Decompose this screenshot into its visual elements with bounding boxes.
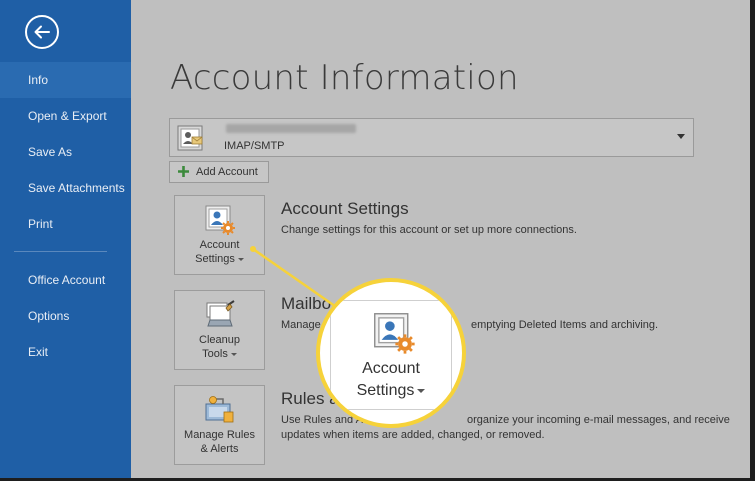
zoom-label-1: Account: [362, 360, 420, 377]
outlook-backstage: Info Open & Export Save As Save Attachme…: [0, 0, 750, 478]
zoomed-account-settings-button: Account Settings: [330, 300, 452, 410]
zoom-callout: Account Settings: [316, 278, 466, 428]
caret-down-icon: [417, 388, 426, 393]
account-settings-icon: [374, 313, 415, 354]
zoom-label-2: Settings: [331, 380, 451, 402]
